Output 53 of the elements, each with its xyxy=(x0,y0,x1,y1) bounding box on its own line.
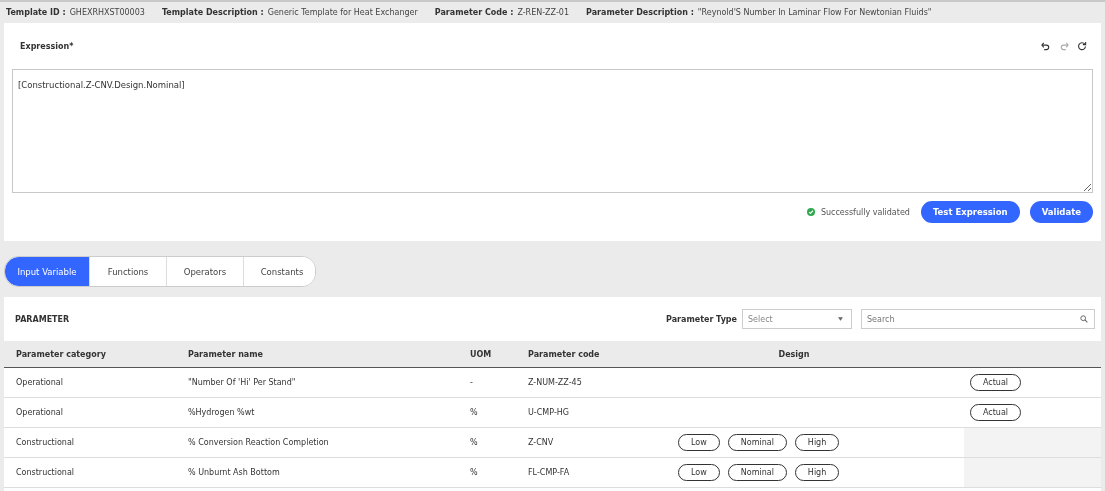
search-field[interactable]: Search xyxy=(861,309,1095,329)
field-value: Z-REN-ZZ-01 xyxy=(517,7,569,17)
column-header: UOM xyxy=(470,349,492,359)
column-header: Parameter category xyxy=(16,349,106,359)
table-cell: %Hydrogen %wt xyxy=(188,408,255,417)
field-value: Generic Template for Heat Exchanger xyxy=(267,7,418,17)
design-option-button[interactable]: Nominal xyxy=(727,434,787,451)
validation-status: Successfully validated xyxy=(820,207,910,217)
column-header: Parameter name xyxy=(188,349,263,359)
table-cell: U-CMP-HG xyxy=(528,408,569,417)
table-cell: - xyxy=(470,378,473,387)
actual-button[interactable]: Actual xyxy=(970,404,1022,421)
search-icon xyxy=(1080,315,1088,323)
table-cell: "Number Of 'Hi' Per Stand" xyxy=(188,378,296,387)
table-cell: Z-CNV xyxy=(528,438,554,447)
field-label: Template Description : xyxy=(161,7,264,17)
design-option-button[interactable]: Low xyxy=(678,464,720,481)
table-cell: Constructional xyxy=(16,468,75,477)
caret-icon xyxy=(838,317,843,321)
column-header: Design xyxy=(778,349,810,359)
refresh-icon[interactable] xyxy=(1077,41,1087,51)
column-header: Parameter code xyxy=(528,349,600,359)
table-cell: % Conversion Reaction Completion xyxy=(188,438,329,447)
test-expression-button[interactable]: Test Expression xyxy=(920,201,1020,223)
field-label: Parameter Code : xyxy=(434,7,514,17)
panel-title: PARAMETER xyxy=(15,314,71,324)
field-label: Template ID : xyxy=(6,7,66,17)
validate-button[interactable]: Validate xyxy=(1029,201,1093,223)
parameter-type-label: Parameter Type xyxy=(666,314,737,324)
table-cell: Constructional xyxy=(16,438,75,447)
design-option-button[interactable]: Low xyxy=(678,434,720,451)
table-cell: % xyxy=(470,408,478,417)
table-cell: Z-NUM-ZZ-45 xyxy=(528,378,582,387)
undo-icon[interactable] xyxy=(1041,41,1051,51)
tab[interactable]: Input Variable xyxy=(5,257,89,286)
field-label: Parameter Description : xyxy=(586,7,694,17)
design-option-button[interactable]: High xyxy=(794,464,840,481)
tab[interactable]: Constants xyxy=(243,257,315,286)
table-cell: % xyxy=(470,468,478,477)
parameter-type-select[interactable]: Select xyxy=(742,309,852,329)
check-icon xyxy=(806,208,815,216)
expression-label: Expression* xyxy=(20,41,74,51)
table-cell: Operational xyxy=(16,378,63,387)
design-option-button[interactable]: Nominal xyxy=(727,464,787,481)
actual-button[interactable]: Actual xyxy=(970,374,1022,391)
table-cell: Operational xyxy=(16,408,63,417)
expression-field[interactable]: [Constructional.Z-CNV.Design.Nominal] xyxy=(12,69,1093,193)
table-cell: FL-CMP-FA xyxy=(528,468,570,477)
field-value: GHEXRHXST00003 xyxy=(69,7,145,17)
design-option-button[interactable]: High xyxy=(794,434,840,451)
field-value: "Reynold'S Number In Laminar Flow For Newtonian Fluids" xyxy=(697,7,932,17)
table-cell: % Unburnt Ash Bottom xyxy=(188,468,280,477)
table-cell: % xyxy=(470,438,478,447)
